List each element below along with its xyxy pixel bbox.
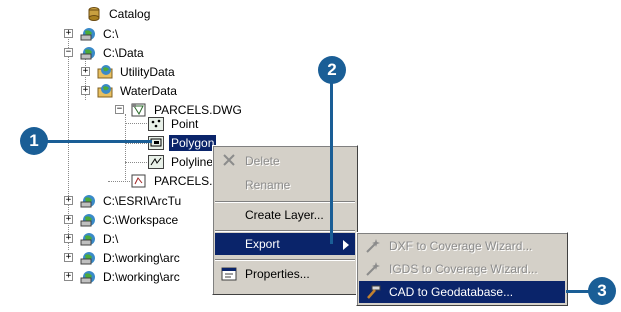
folder-connection-icon (80, 193, 96, 209)
menu-item-label: Rename (245, 178, 291, 192)
menu-item-label: CAD to Geodatabase... (389, 285, 514, 299)
tree-item-label: UtilityData (120, 65, 175, 79)
properties-icon (221, 266, 239, 285)
drive-icon (80, 231, 96, 247)
cad-dataset-icon (131, 102, 147, 118)
callout-leader-1 (44, 140, 152, 143)
expand-toggle[interactable]: + (64, 234, 73, 243)
expand-toggle[interactable]: + (81, 86, 90, 95)
tree-item-utilitydata[interactable]: UtilityData (97, 62, 177, 82)
callout-1: 1 (20, 127, 48, 155)
tree-item-label: Polyline (171, 155, 214, 169)
tree-item-label: WaterData (120, 84, 177, 98)
tree-item-catalog[interactable]: Catalog (86, 4, 152, 24)
tree-item-esri[interactable]: C:\ESRI\ArcTu (80, 191, 183, 211)
expand-toggle[interactable]: + (64, 253, 73, 262)
hammer-icon (365, 284, 381, 303)
tree-item-polygon[interactable]: Polygon (148, 133, 217, 153)
tree-item-d-drive[interactable]: D:\ (80, 229, 120, 249)
point-featureclass-icon (148, 116, 164, 132)
polygon-featureclass-icon (148, 135, 164, 151)
tree-item-working-2[interactable]: D:\working\arc (80, 267, 182, 287)
menu-item-label: DXF to Coverage Wizard... (389, 239, 533, 253)
tree-item-point[interactable]: Point (148, 114, 200, 134)
tree-connector (108, 181, 130, 182)
context-menu: Delete Rename Create Layer... Export Pro… (212, 145, 358, 295)
tree-item-label: Catalog (109, 7, 151, 21)
catalog-icon (86, 6, 102, 22)
tree-connector (125, 143, 147, 144)
menu-item-label: Export (245, 237, 280, 251)
geodatabase-icon (97, 64, 113, 80)
expand-toggle[interactable]: + (81, 67, 90, 76)
submenu-arrow-icon (343, 239, 349, 253)
tree-item-waterdata[interactable]: WaterData (97, 81, 179, 101)
tree-item-label: Point (171, 117, 199, 131)
tree-item-parcels[interactable]: PARCELS. (131, 171, 214, 191)
folder-connection-icon (80, 250, 96, 266)
callout-2: 2 (318, 56, 346, 84)
menu-item-create-layer[interactable]: Create Layer... (215, 204, 355, 226)
drive-icon (80, 45, 96, 61)
menu-separator (215, 201, 355, 203)
tree-item-label: C:\Data (103, 46, 144, 60)
expand-toggle[interactable]: + (64, 29, 73, 38)
expand-toggle[interactable]: + (64, 272, 73, 281)
folder-connection-icon (80, 212, 96, 228)
tree-item-label: D:\working\arc (103, 251, 180, 265)
tree-item-workspace[interactable]: C:\Workspace (80, 210, 180, 230)
export-submenu: DXF to Coverage Wizard... IGDS to Covera… (356, 232, 568, 306)
tree-item-c-data[interactable]: C:\Data (80, 43, 146, 63)
tree-item-label: Polygon (169, 135, 217, 151)
tree-item-label: C:\ (103, 27, 119, 41)
collapse-toggle[interactable]: − (115, 105, 124, 114)
menu-separator (215, 230, 355, 232)
wizard-icon (365, 261, 381, 280)
menu-item-label: IGDS to Coverage Wizard... (389, 262, 538, 276)
expand-toggle[interactable]: + (64, 215, 73, 224)
drive-icon (80, 26, 96, 42)
tree-connector (125, 123, 147, 124)
tree-item-c-drive[interactable]: C:\ (80, 24, 120, 44)
tree-item-label: PARCELS. (154, 174, 213, 188)
tree-item-label: D:\working\arc (103, 270, 180, 284)
tree-item-polyline[interactable]: Polyline (148, 152, 215, 172)
wizard-icon (365, 238, 381, 257)
tree-item-label: D:\ (103, 232, 119, 246)
tree-connector (125, 162, 147, 163)
menu-item-rename[interactable]: Rename (215, 174, 355, 196)
callout-3: 3 (588, 277, 616, 305)
menu-item-delete[interactable]: Delete (215, 150, 355, 172)
menu-item-label: Create Layer... (245, 208, 324, 222)
collapse-toggle[interactable]: − (64, 48, 73, 57)
menu-item-export[interactable]: Export (215, 233, 355, 255)
menu-item-dxf-wizard[interactable]: DXF to Coverage Wizard... (359, 235, 565, 257)
tree-item-label: C:\Workspace (103, 213, 179, 227)
menu-item-igds-wizard[interactable]: IGDS to Coverage Wizard... (359, 258, 565, 280)
callout-number: 3 (597, 281, 607, 300)
geodatabase-icon (97, 83, 113, 99)
callout-number: 1 (29, 131, 39, 150)
cad-drawing-icon (131, 173, 147, 189)
callout-number: 2 (327, 60, 337, 79)
folder-connection-icon (80, 269, 96, 285)
tree-item-working-1[interactable]: D:\working\arc (80, 248, 182, 268)
polyline-featureclass-icon (148, 154, 164, 170)
menu-item-label: Delete (245, 154, 280, 168)
tree-item-label: C:\ESRI\ArcTu (103, 194, 182, 208)
expand-toggle[interactable]: + (64, 196, 73, 205)
delete-icon (221, 152, 237, 171)
menu-item-label: Properties... (245, 267, 310, 281)
menu-separator (215, 259, 355, 261)
menu-item-properties[interactable]: Properties... (215, 263, 355, 285)
menu-item-cad-to-geodatabase[interactable]: CAD to Geodatabase... (359, 281, 565, 303)
callout-leader-2 (330, 82, 333, 244)
